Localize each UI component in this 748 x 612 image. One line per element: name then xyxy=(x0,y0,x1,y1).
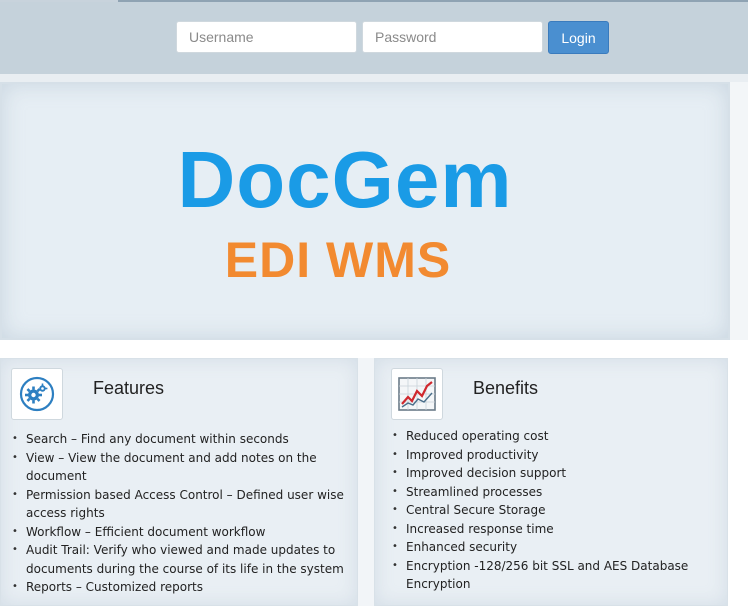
list-item: Reports – Customized reports xyxy=(12,578,347,597)
list-item: Enhanced security xyxy=(392,538,712,557)
features-title: Features xyxy=(93,378,165,398)
login-button[interactable]: Login xyxy=(548,21,609,54)
brand-subtitle: EDI WMS xyxy=(224,232,452,288)
panel-divider xyxy=(358,358,374,606)
list-item: View – View the document and add notes o… xyxy=(12,449,347,486)
list-item: Permission based Access Control – Define… xyxy=(12,486,347,523)
list-item: Reduced operating cost xyxy=(392,427,712,446)
list-item: Increased response time xyxy=(392,520,712,539)
benefits-title: Benefits xyxy=(473,378,539,398)
list-item: Workflow – Efficient document workflow xyxy=(12,523,347,542)
list-item: Search – Find any document within second… xyxy=(12,430,347,449)
features-icon-box xyxy=(11,368,63,420)
line-chart-icon xyxy=(398,377,436,411)
login-header: Login xyxy=(0,2,748,74)
password-input[interactable] xyxy=(362,21,543,53)
username-input[interactable] xyxy=(176,21,357,53)
gears-icon xyxy=(19,376,55,412)
hero-edge xyxy=(730,82,748,340)
list-item: Improved decision support xyxy=(392,464,712,483)
list-item: Audit Trail: Verify who viewed and made … xyxy=(12,541,347,578)
header-divider xyxy=(0,74,748,82)
section-gap xyxy=(0,340,748,358)
benefits-list: Reduced operating cost Improved producti… xyxy=(392,427,712,594)
list-item: Central Secure Storage xyxy=(392,501,712,520)
list-item: Streamlined processes xyxy=(392,483,712,502)
list-item: Improved productivity xyxy=(392,446,712,465)
benefits-icon-box xyxy=(391,368,443,420)
list-item: Encryption -128/256 bit SSL and AES Data… xyxy=(392,557,712,594)
brand-title: DocGem xyxy=(177,135,513,224)
features-list: Search – Find any document within second… xyxy=(12,430,347,597)
